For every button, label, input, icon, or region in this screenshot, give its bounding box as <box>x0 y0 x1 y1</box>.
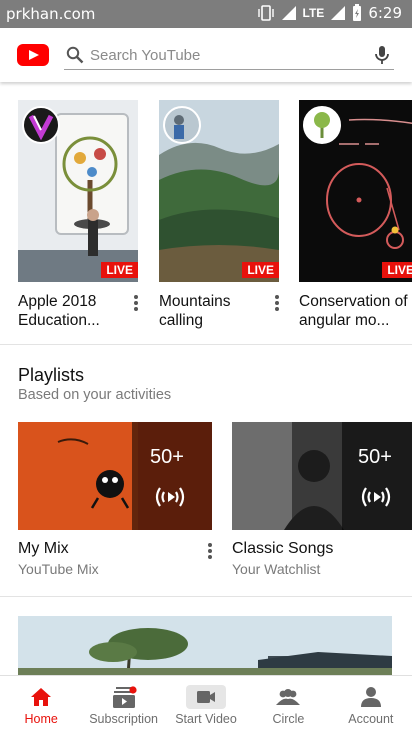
channel-avatar[interactable] <box>303 106 341 144</box>
playlist-count-overlay: 50+ <box>342 422 412 530</box>
circle-people-icon[interactable] <box>275 685 301 709</box>
nav-home[interactable]: Home <box>0 676 82 732</box>
channel-avatar[interactable] <box>163 106 201 144</box>
video-title[interactable]: Apple 2018 Education... <box>18 292 133 330</box>
home-icon[interactable] <box>28 685 54 709</box>
nav-subscription-label: Subscription <box>89 712 158 726</box>
nav-circle-label: Circle <box>272 712 305 726</box>
playlist-thumbnail[interactable]: 50+ <box>232 422 412 530</box>
playlists-heading: Playlists <box>18 365 85 385</box>
channel-avatar[interactable] <box>22 106 60 144</box>
video-thumbnail[interactable] <box>18 616 392 676</box>
nav-start-video[interactable]: Start Video <box>165 676 247 732</box>
video-title[interactable]: Conservation of angular mo... <box>299 292 412 330</box>
signal-icon <box>281 6 296 20</box>
playlist-title[interactable]: My Mix <box>18 540 69 558</box>
playlist-subtitle: YouTube Mix <box>18 561 99 577</box>
status-icons: LTE 6:29 <box>257 4 402 22</box>
network-type: LTE <box>302 6 325 20</box>
playlist-video-count: 50+ <box>358 446 392 468</box>
youtube-logo-icon[interactable] <box>17 44 49 66</box>
playlist-title[interactable]: Classic Songs <box>232 540 333 558</box>
section-divider <box>0 596 412 597</box>
live-badge: LIVE <box>242 262 279 278</box>
status-bar: prkhan.com LTE 6:29 <box>0 0 412 28</box>
live-badge: LIVE <box>101 262 138 278</box>
more-options-icon[interactable] <box>204 542 216 562</box>
video-card[interactable]: LIVE Conservation of angular mo... <box>299 100 412 329</box>
more-options-icon[interactable] <box>271 294 283 314</box>
battery-icon <box>353 4 362 21</box>
video-thumbnail[interactable]: LIVE <box>159 100 279 282</box>
video-thumbnail[interactable]: LIVE <box>18 100 138 282</box>
video-title[interactable]: Mountains calling <box>159 292 274 330</box>
playlist-video-count: 50+ <box>150 446 184 468</box>
vibrate-icon <box>257 5 274 21</box>
playlist-card[interactable]: 50+ My Mix YouTube Mix <box>18 422 212 577</box>
video-card[interactable]: LIVE Mountains calling <box>159 100 279 329</box>
video-camera-icon[interactable] <box>186 685 227 709</box>
nav-account-label: Account <box>348 712 394 726</box>
video-card[interactable]: LIVE Apple 2018 Education... <box>18 100 138 329</box>
app-bar <box>0 28 412 82</box>
playlist-thumbnail[interactable]: 50+ <box>18 422 212 530</box>
search-icon[interactable] <box>66 46 84 64</box>
nav-start-video-label: Start Video <box>175 712 237 726</box>
landscape-tree-image <box>18 616 392 676</box>
status-time: 6:29 <box>368 4 402 22</box>
nav-circle[interactable]: Circle <box>247 676 329 732</box>
play-all-icon <box>155 487 185 507</box>
nav-subscription[interactable]: Subscription <box>82 676 164 732</box>
nav-home-label: Home <box>24 712 58 726</box>
playlist-card[interactable]: 50+ Classic Songs Your Watchlist <box>232 422 412 577</box>
video-thumbnail[interactable]: LIVE <box>299 100 412 282</box>
more-options-icon[interactable] <box>130 294 142 314</box>
subscriptions-icon[interactable] <box>111 685 137 709</box>
signal-strength-icon <box>331 6 346 20</box>
playlist-count-overlay: 50+ <box>132 422 212 530</box>
live-video-rail[interactable]: LIVE Apple 2018 Education... LIVE Mounta… <box>18 100 412 336</box>
bottom-navigation: Home Subscription Start Video Circle Acc… <box>0 675 412 732</box>
search-input[interactable] <box>90 43 360 67</box>
microphone-icon[interactable] <box>374 45 390 65</box>
status-carrier: prkhan.com <box>6 5 96 23</box>
search-bar[interactable] <box>64 40 394 70</box>
playlists-subheading: Based on your activities <box>18 387 172 403</box>
section-divider <box>0 344 412 345</box>
live-badge: LIVE <box>382 262 412 278</box>
playlist-subtitle: Your Watchlist <box>232 561 321 577</box>
account-icon[interactable] <box>358 685 384 709</box>
play-all-icon <box>361 487 391 507</box>
nav-account[interactable]: Account <box>330 676 412 732</box>
